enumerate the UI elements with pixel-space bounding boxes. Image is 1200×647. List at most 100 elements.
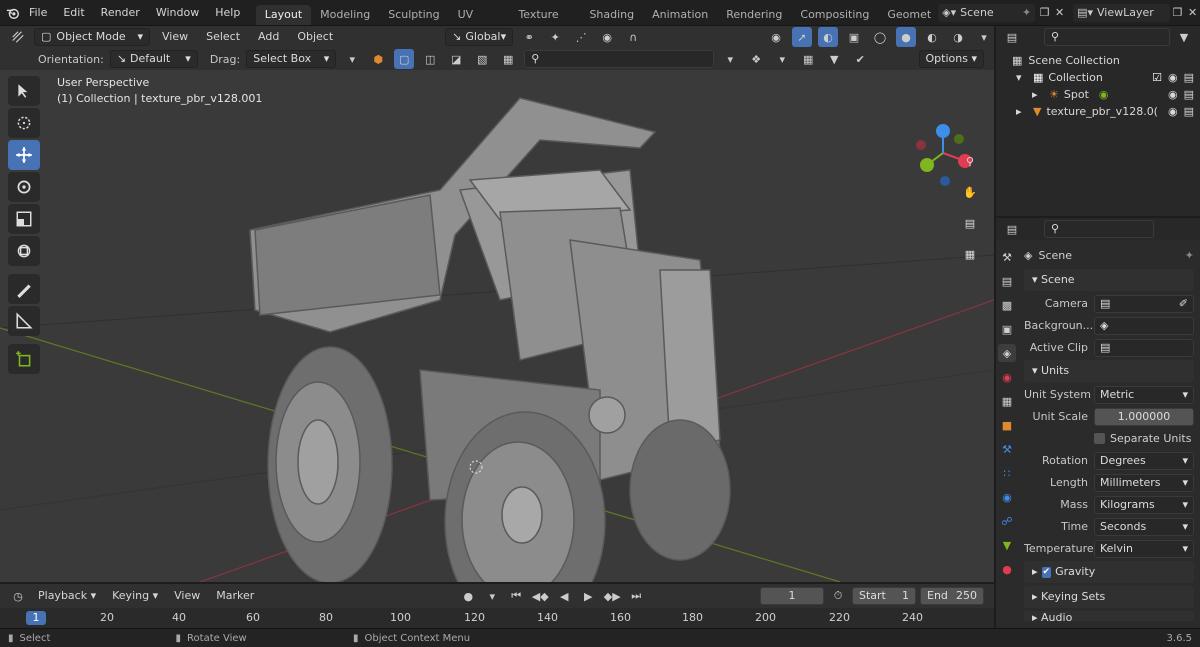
background-field[interactable]: ◈ <box>1094 316 1194 335</box>
transform-orientation-selector[interactable]: ↘ Global ▾ <box>445 28 514 46</box>
camera-icon[interactable]: ▤ <box>1184 86 1194 103</box>
properties-search-input[interactable]: ⚲ <box>1044 220 1154 238</box>
tab-layout[interactable]: Layout <box>255 4 312 25</box>
tab-shading[interactable]: Shading <box>580 5 643 25</box>
playhead[interactable]: 1 <box>26 611 46 625</box>
pan-hand-icon[interactable]: ✋ <box>957 179 983 205</box>
shading-wireframe-icon[interactable]: ◯ <box>870 27 890 47</box>
select-mode-set-icon[interactable]: ▢ <box>394 49 415 69</box>
delete-viewlayer-icon[interactable]: ✕ <box>1185 3 1200 23</box>
render-tab-icon[interactable]: ▤ <box>998 272 1016 290</box>
rotation-dropdown[interactable]: Degrees ▾ <box>1094 451 1194 470</box>
record-icon[interactable]: ● <box>458 586 478 606</box>
menu-timeline-view[interactable]: View <box>168 586 206 606</box>
menu-keying[interactable]: Keying ▾ <box>106 586 164 606</box>
zoom-icon[interactable]: ⚲ <box>957 148 983 174</box>
jump-end-icon[interactable]: ⏭ <box>626 586 646 606</box>
scene-tab-icon[interactable]: ◈ <box>998 344 1016 362</box>
shading-material-icon[interactable]: ◐ <box>922 27 942 47</box>
expand-right-icon[interactable]: ▸ <box>1016 103 1028 120</box>
tab-texture-paint[interactable]: Texture Paint <box>509 5 580 41</box>
units-panel-header[interactable]: ▾ Units <box>1024 360 1194 382</box>
checkbox-icon[interactable]: ☑ <box>1152 69 1162 86</box>
cursor-tool-icon[interactable] <box>8 108 40 138</box>
shading-options-icon[interactable]: ▾ <box>974 27 994 47</box>
menu-render[interactable]: Render <box>93 0 148 26</box>
collection-tab-icon[interactable]: ▦ <box>998 392 1016 410</box>
select-mode-subtract-icon[interactable]: ◪ <box>446 49 466 69</box>
add-cube-tool-icon[interactable] <box>8 344 40 374</box>
tab-animation[interactable]: Animation <box>643 5 717 25</box>
shield-icon[interactable]: ✔ <box>850 49 870 69</box>
move-tool-icon[interactable] <box>8 140 40 170</box>
expand-right-icon[interactable]: ▸ <box>1032 86 1044 103</box>
select-mode-intersect-icon[interactable]: ▦ <box>498 49 518 69</box>
xray-toggle-icon[interactable]: ▣ <box>844 27 864 47</box>
outliner-search-input[interactable]: ⚲ <box>1044 28 1170 46</box>
mode-selector[interactable]: ▢ Object Mode ▾ <box>34 28 150 46</box>
tab-uv-editing[interactable]: UV Editing <box>449 5 510 41</box>
scale-tool-icon[interactable] <box>8 204 40 234</box>
collection-icon[interactable]: ▦ <box>798 49 818 69</box>
physics-tab-icon[interactable]: ◉ <box>998 488 1016 506</box>
camera-field[interactable]: ▤ ✐ <box>1094 294 1194 313</box>
menu-marker[interactable]: Marker <box>210 586 260 606</box>
tab-sculpting[interactable]: Sculpting <box>379 5 448 25</box>
tab-modeling[interactable]: Modeling <box>311 5 379 25</box>
color-cube-icon[interactable]: ⬢ <box>368 49 388 69</box>
new-viewlayer-icon[interactable]: ❐ <box>1170 3 1185 23</box>
modifier-tab-icon[interactable]: ⚒ <box>998 440 1016 458</box>
tool-tab-icon[interactable]: ⚒ <box>998 248 1016 266</box>
pin-icon[interactable]: ✦ <box>1022 6 1035 19</box>
falloff-icon[interactable]: ∩ <box>623 27 643 47</box>
view-layer-tab-icon[interactable]: ▣ <box>998 320 1016 338</box>
mass-dropdown[interactable]: Kilograms ▾ <box>1094 495 1194 514</box>
particles-tab-icon[interactable]: ∷ <box>998 464 1016 482</box>
drag-dropdown[interactable]: Select Box ▾ <box>246 50 337 68</box>
measure-tool-icon[interactable] <box>8 306 40 336</box>
visibility-icon[interactable]: ◉ <box>766 27 786 47</box>
timeline-ruler[interactable]: 1 20 40 60 80 100 120 140 160 180 200 22… <box>0 608 994 628</box>
outliner-item-collection[interactable]: ▾ ▦ Collection ☑ ◉ ▤ <box>1002 69 1194 86</box>
scene-panel-header[interactable]: ▾ Scene <box>1024 269 1194 291</box>
shading-rendered-icon[interactable]: ◑ <box>948 27 968 47</box>
active-clip-field[interactable]: ▤ <box>1094 338 1194 357</box>
outliner-scene-collection[interactable]: ▦ Scene Collection <box>1002 52 1194 69</box>
transform-tool-icon[interactable] <box>8 236 40 266</box>
menu-help[interactable]: Help <box>207 0 248 26</box>
blender-logo-icon[interactable] <box>6 3 21 23</box>
camera-icon[interactable]: ▤ <box>1184 69 1194 86</box>
tab-compositing[interactable]: Compositing <box>791 5 878 25</box>
options-button[interactable]: Options ▾ <box>918 50 984 68</box>
perspective-grid-icon[interactable]: ▦ <box>957 241 983 267</box>
snap-icon[interactable]: ✦ <box>545 27 565 47</box>
viewport-search-input[interactable]: ⚲ <box>524 50 715 68</box>
current-frame-field[interactable]: 1 <box>760 587 824 605</box>
end-frame-field[interactable]: End 250 <box>920 587 984 605</box>
tab-rendering[interactable]: Rendering <box>717 5 791 25</box>
play-icon[interactable]: ▶ <box>578 586 598 606</box>
expand-down-icon[interactable]: ▾ <box>1016 69 1028 86</box>
editor-type-icon[interactable] <box>8 27 28 47</box>
jump-start-icon[interactable]: ⏮ <box>506 586 526 606</box>
viewlayer-selector[interactable]: ▤▾ ViewLayer <box>1073 3 1171 22</box>
unit-system-dropdown[interactable]: Metric ▾ <box>1094 385 1194 404</box>
menu-playback[interactable]: Playback ▾ <box>32 586 102 606</box>
properties-editor-type-icon[interactable]: ▤ <box>1002 219 1022 239</box>
start-frame-field[interactable]: Start 1 <box>852 587 916 605</box>
data-tab-icon[interactable]: ▼ <box>998 536 1016 554</box>
chevron-down-icon[interactable]: ▾ <box>482 586 502 606</box>
time-dropdown[interactable]: Seconds ▾ <box>1094 517 1194 536</box>
menu-file[interactable]: File <box>21 0 55 26</box>
keying-sets-panel-header[interactable]: ▸ Keying Sets <box>1024 586 1194 608</box>
menu-select[interactable]: Select <box>200 27 246 47</box>
temperature-dropdown[interactable]: Kelvin ▾ <box>1094 539 1194 558</box>
orientation-dropdown[interactable]: ↘ Default ▾ <box>109 50 198 68</box>
filter-icon[interactable]: ▼ <box>824 49 844 69</box>
chevron-down-icon[interactable]: ▾ <box>720 49 740 69</box>
eyedropper-icon[interactable]: ✐ <box>1179 296 1188 312</box>
expand-icon[interactable]: ▾ <box>772 49 792 69</box>
3d-viewport[interactable]: User Perspective (1) Collection | textur… <box>0 70 994 582</box>
select-mode-invert-icon[interactable]: ▧ <box>472 49 492 69</box>
menu-view[interactable]: View <box>156 27 194 47</box>
